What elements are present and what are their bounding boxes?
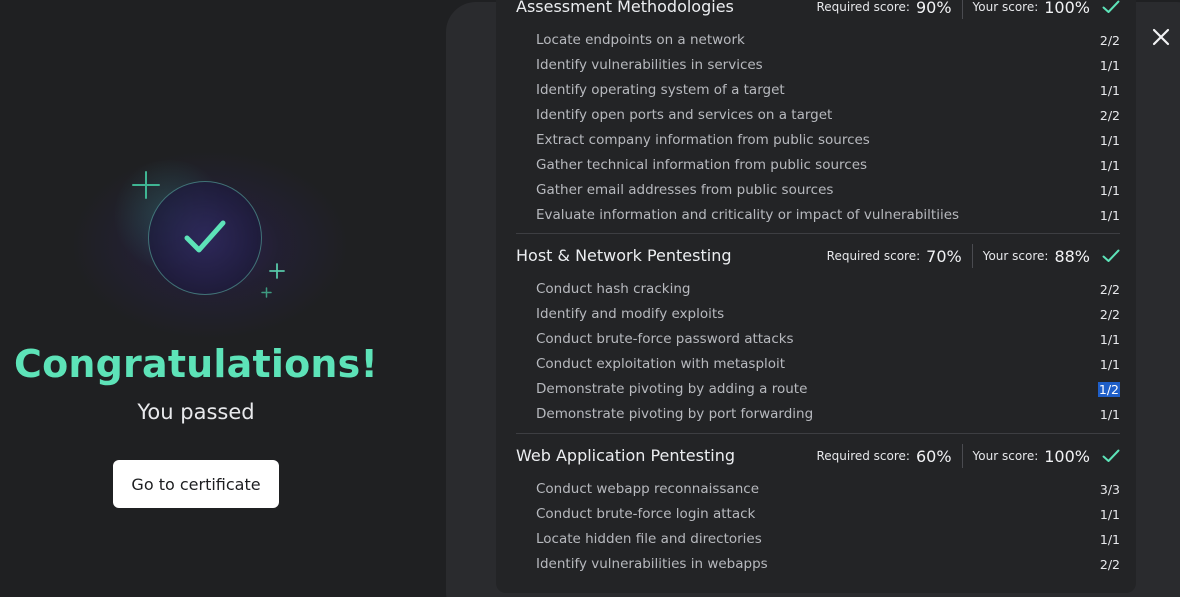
list-item: Demonstrate pivoting by adding a route 1/… <box>516 378 1120 403</box>
required-score-label: Required score: <box>816 0 910 14</box>
skill-label: Identify vulnerabilities in services <box>536 57 763 73</box>
list-item: Locate endpoints on a network 2/2 <box>516 29 1120 54</box>
list-item: Gather email addresses from public sourc… <box>516 179 1120 204</box>
your-score-value: 88% <box>1054 246 1090 266</box>
skill-score-selected[interactable]: 1/2 <box>1097 382 1120 397</box>
congrats-title: Congratulations! <box>13 342 378 386</box>
section-header: Assessment Methodologies Required score:… <box>516 0 1120 25</box>
skill-label: Gather email addresses from public sourc… <box>536 182 834 198</box>
skill-label: Conduct exploitation with metasploit <box>536 356 786 372</box>
section-title: Web Application Pentesting <box>516 446 735 465</box>
list-item: Evaluate information and criticality or … <box>516 204 1120 229</box>
your-score-label: Your score: <box>982 249 1049 263</box>
section-header: Web Application Pentesting Required scor… <box>516 444 1120 474</box>
section-scores: Required score: 60% Your score: 100% <box>816 444 1120 468</box>
check-icon <box>1102 249 1120 262</box>
list-item: Extract company information from public … <box>516 129 1120 154</box>
skill-label: Identify operating system of a target <box>536 82 785 98</box>
section-scores: Required score: 70% Your score: 88% <box>827 244 1120 268</box>
skill-score: 3/3 <box>1099 482 1120 497</box>
hero-area: Congratulations! You passed Go to certif… <box>0 0 420 597</box>
plus-sparkle-icon <box>269 263 285 279</box>
list-item: Gather technical information from public… <box>516 154 1120 179</box>
skill-score: 1/1 <box>1099 407 1120 422</box>
skill-score: 1/1 <box>1099 208 1120 223</box>
section-title: Host & Network Pentesting <box>516 246 732 265</box>
skill-label: Identify and modify exploits <box>536 306 725 322</box>
skill-score: 1/1 <box>1099 357 1120 372</box>
score-divider <box>961 444 963 468</box>
skill-score: 2/2 <box>1099 557 1120 572</box>
results-modal: Congratulations! You passed Go to certif… <box>0 0 1180 597</box>
required-score-label: Required score: <box>826 249 921 263</box>
check-icon <box>184 220 226 253</box>
plus-sparkle-icon <box>261 287 272 298</box>
close-icon[interactable] <box>1150 26 1172 48</box>
list-item: Conduct brute-force login attack 1/1 <box>516 503 1120 528</box>
list-item: Conduct hash cracking 2/2 <box>516 278 1120 303</box>
required-score-label: Required score: <box>816 449 910 463</box>
skill-score: 2/2 <box>1099 108 1120 123</box>
your-score-value: 100% <box>1044 0 1090 17</box>
section-divider <box>516 433 1120 434</box>
check-icon <box>1102 0 1120 13</box>
list-item: Identify operating system of a target 1/1 <box>516 79 1120 104</box>
your-score-value: 100% <box>1044 446 1090 466</box>
check-icon <box>1102 449 1120 462</box>
go-to-certificate-button[interactable]: Go to certificate <box>113 460 279 508</box>
skill-label: Conduct webapp reconnaissance <box>536 481 759 497</box>
skill-score: 2/2 <box>1099 33 1120 48</box>
section-assessment-methodologies: Assessment Methodologies Required score:… <box>516 0 1120 229</box>
skill-score: 1/1 <box>1099 83 1120 98</box>
section-divider <box>516 233 1120 234</box>
list-item: Conduct brute-force password attacks 1/1 <box>516 328 1120 353</box>
section-web-application-pentesting: Web Application Pentesting Required scor… <box>516 444 1120 578</box>
section-scores: Required score: 90% Your score: 100% <box>816 0 1120 19</box>
list-item: Conduct webapp reconnaissance 3/3 <box>516 478 1120 503</box>
skill-label: Evaluate information and criticality or … <box>536 207 960 223</box>
skill-label: Identify open ports and services on a ta… <box>536 107 833 123</box>
list-item: Demonstrate pivoting by port forwarding 1… <box>516 403 1120 428</box>
skill-label: Demonstrate pivoting by adding a route <box>536 381 808 397</box>
skill-score: 1/1 <box>1099 133 1120 148</box>
your-score-label: Your score: <box>972 0 1039 14</box>
passed-subtitle: You passed <box>137 400 255 424</box>
list-item: Conduct exploitation with metasploit 1/1 <box>516 353 1120 378</box>
skill-score: 2/2 <box>1099 307 1120 322</box>
skill-label: Gather technical information from public… <box>536 157 868 173</box>
skill-score: 1/1 <box>1099 158 1120 173</box>
skill-score: 1/1 <box>1099 183 1120 198</box>
skill-label: Demonstrate pivoting by port forwarding <box>536 406 814 422</box>
skill-score: 1/1 <box>1099 532 1120 547</box>
skill-label: Locate endpoints on a network <box>536 32 745 48</box>
list-item: Identify vulnerabilities in webapps 2/2 <box>516 553 1120 578</box>
skill-label: Identify vulnerabilities in webapps <box>536 556 768 572</box>
skill-score: 1/1 <box>1099 58 1120 73</box>
section-host-network-pentesting: Host & Network Pentesting Required score… <box>516 244 1120 428</box>
required-score-value: 70% <box>926 246 962 266</box>
section-header: Host & Network Pentesting Required score… <box>516 244 1120 274</box>
list-item: Identify and modify exploits 2/2 <box>516 303 1120 328</box>
score-divider <box>971 244 973 268</box>
skill-label: Conduct brute-force login attack <box>536 506 756 522</box>
skill-label: Locate hidden file and directories <box>536 531 762 547</box>
list-item: Identify vulnerabilities in services 1/1 <box>516 54 1120 79</box>
your-score-label: Your score: <box>972 449 1039 463</box>
score-divider <box>961 0 963 19</box>
required-score-value: 60% <box>915 446 952 466</box>
skill-score: 1/1 <box>1099 507 1120 522</box>
list-item: Locate hidden file and directories 1/1 <box>516 528 1120 553</box>
section-title: Assessment Methodologies <box>516 0 734 16</box>
skill-label: Extract company information from public … <box>536 132 870 148</box>
skill-label: Conduct hash cracking <box>536 281 691 297</box>
list-item: Identify open ports and services on a ta… <box>516 104 1120 129</box>
plus-sparkle-icon <box>132 171 160 199</box>
skill-score: 2/2 <box>1099 282 1120 297</box>
skill-label: Conduct brute-force password attacks <box>536 331 794 347</box>
skill-score: 1/1 <box>1099 332 1120 347</box>
required-score-value: 90% <box>915 0 952 17</box>
